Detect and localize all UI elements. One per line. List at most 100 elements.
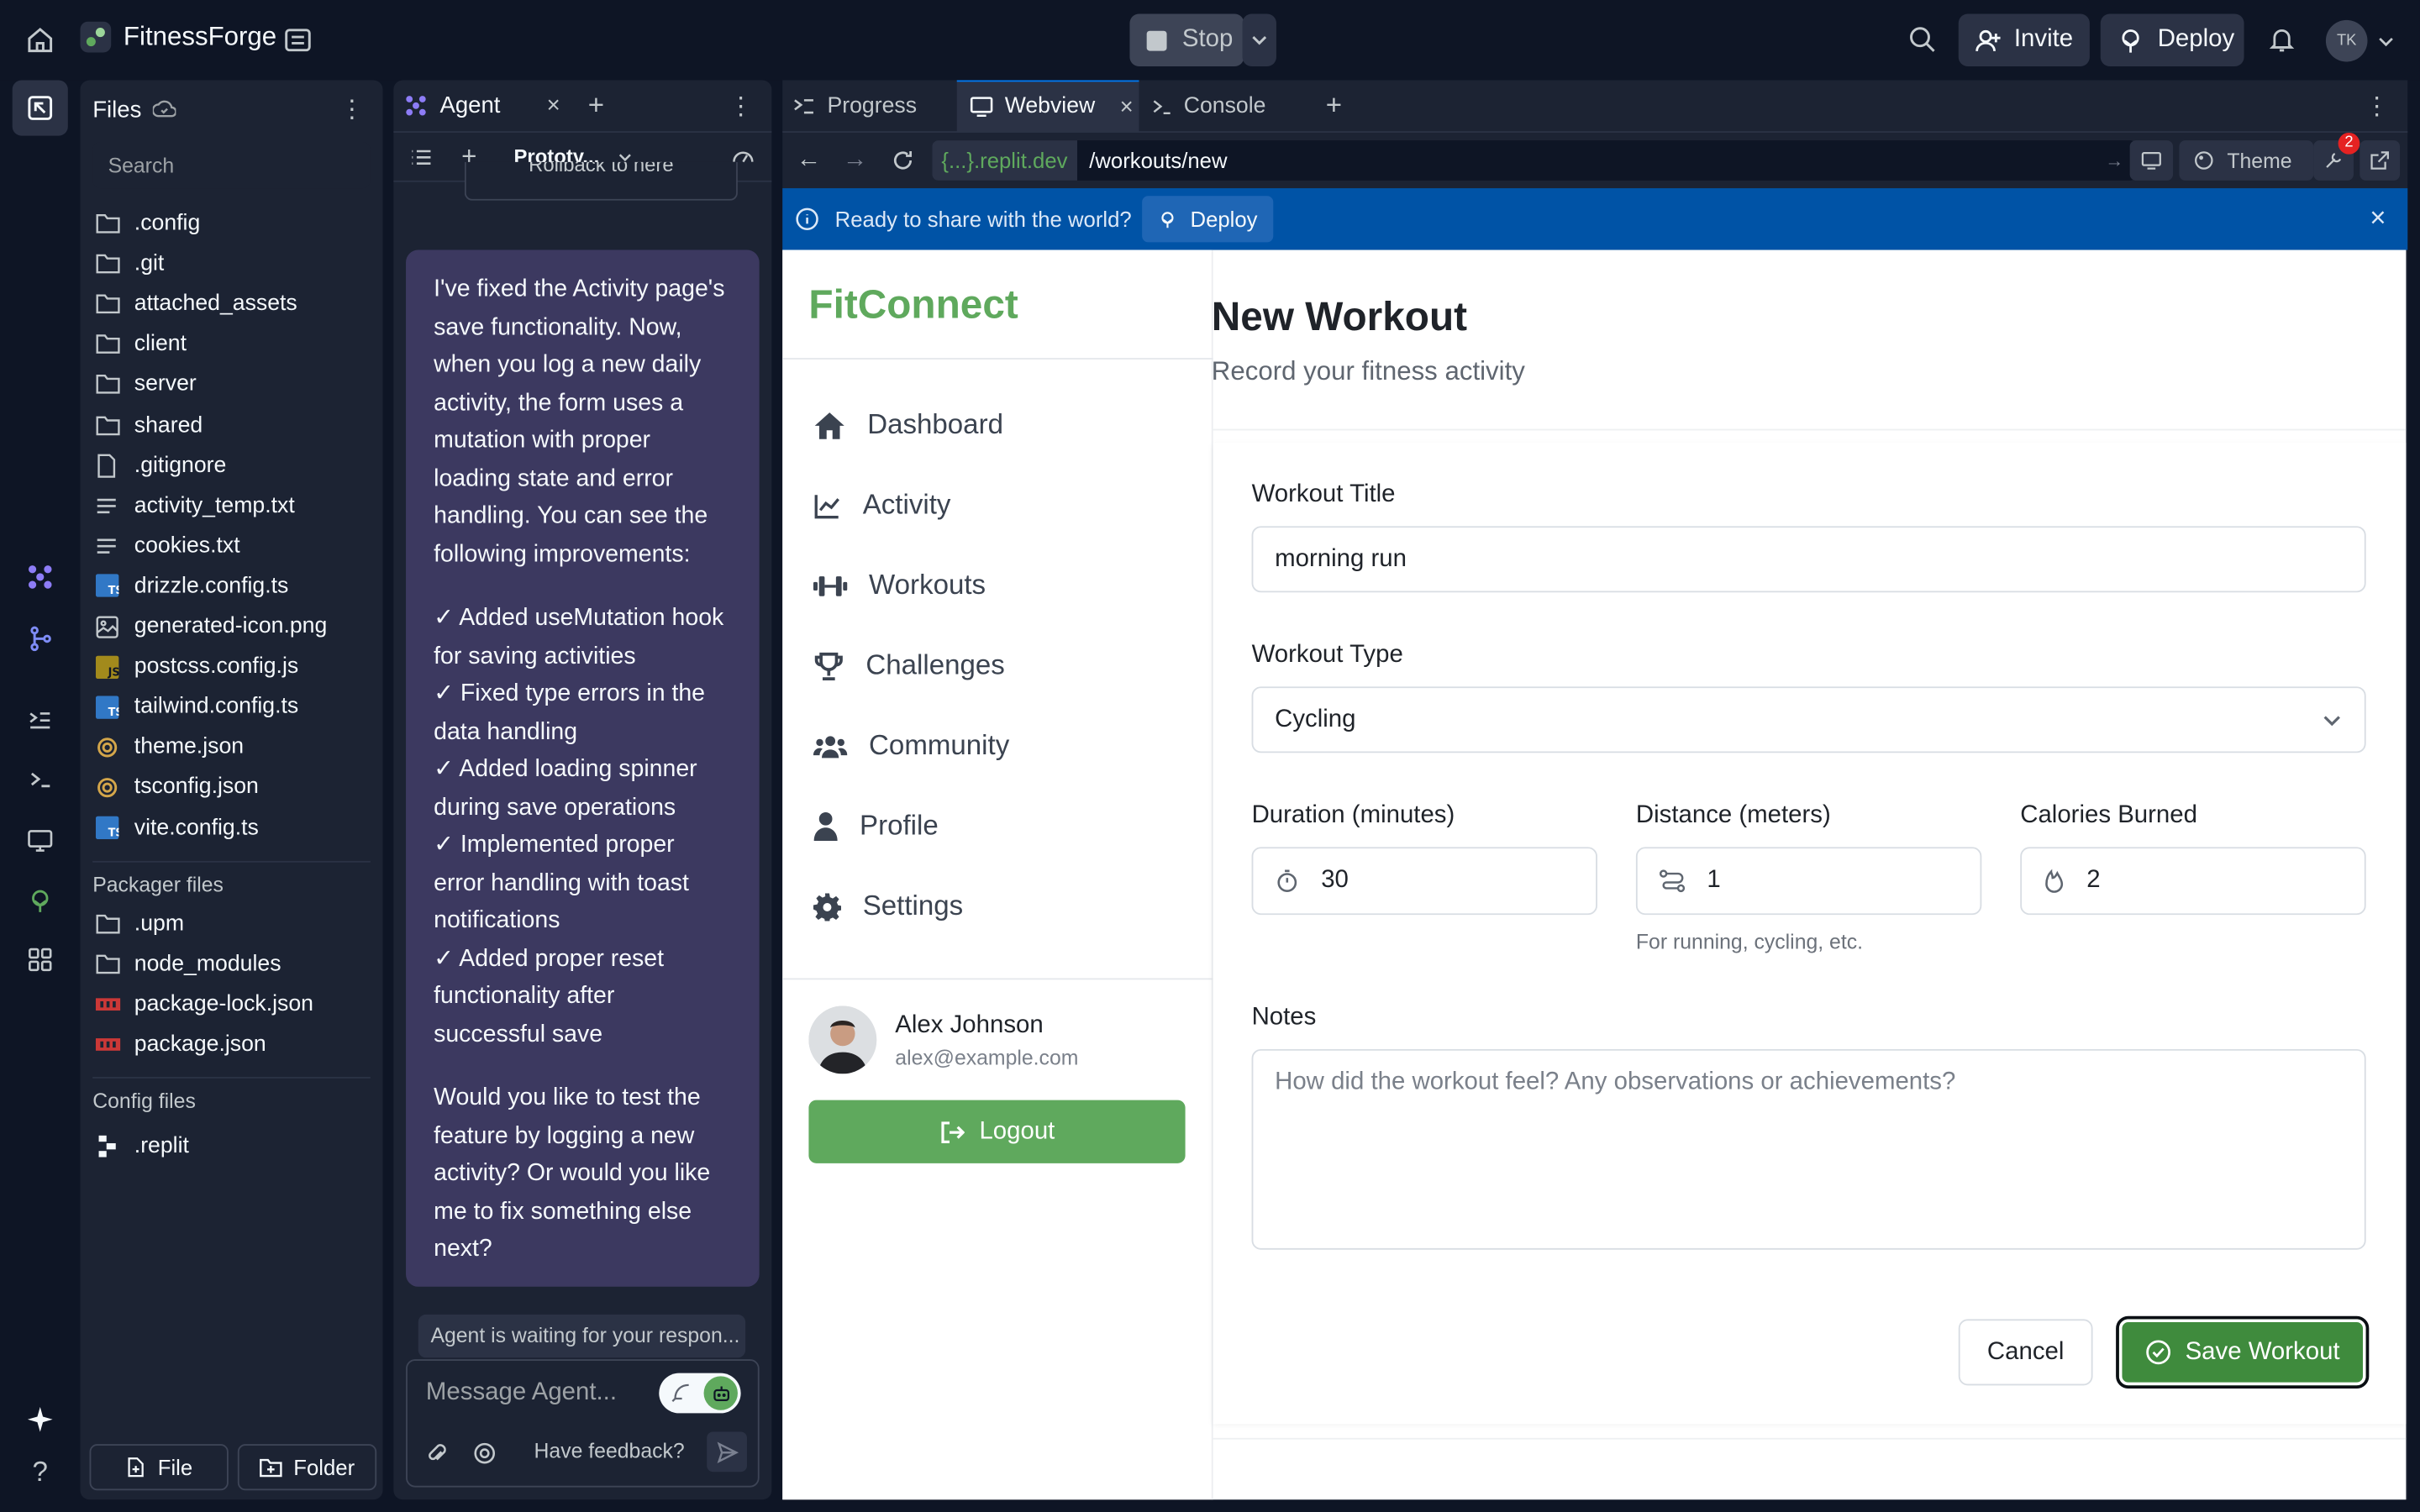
help-icon[interactable]: ?: [22, 1453, 59, 1490]
sparkle-icon[interactable]: [22, 1401, 59, 1438]
file-item-shared-folder[interactable]: shared: [81, 405, 374, 445]
nav-activity[interactable]: Activity: [813, 489, 950, 522]
monitor-icon: [970, 97, 993, 118]
new-file-button[interactable]: File: [89, 1444, 229, 1491]
search-icon[interactable]: [1907, 24, 1937, 54]
file-item-tailwind-config-file[interactable]: TS tailwind.config.ts: [81, 687, 374, 727]
file-search-input[interactable]: Search: [92, 141, 371, 189]
open-external-button[interactable]: [2360, 140, 2401, 181]
duration-input[interactable]: 30: [1251, 847, 1597, 916]
file-item-git-folder[interactable]: .git: [81, 244, 374, 284]
preview-menu-icon[interactable]: ⋮: [2365, 91, 2389, 122]
users-icon: [813, 735, 848, 758]
close-icon[interactable]: ×: [547, 92, 560, 118]
file-name: tailwind.config.ts: [134, 694, 299, 720]
go-icon[interactable]: →: [2105, 150, 2123, 171]
account-menu[interactable]: TK: [2325, 19, 2396, 62]
back-icon[interactable]: ←: [797, 146, 821, 174]
cancel-button[interactable]: Cancel: [1958, 1319, 2093, 1386]
logout-button[interactable]: Logout: [808, 1100, 1186, 1163]
feedback-link[interactable]: Have feedback?: [534, 1440, 684, 1463]
file-item-replit-config-file[interactable]: .replit: [81, 1126, 374, 1167]
file-item-postcss-config-file[interactable]: JS postcss.config.js: [81, 647, 374, 687]
settings-icon[interactable]: [472, 1441, 497, 1465]
invite-button[interactable]: Invite: [1958, 13, 2090, 66]
deployments-icon[interactable]: [22, 883, 59, 920]
file-item-package-lock-file[interactable]: package-lock.json: [81, 984, 374, 1024]
nav-community[interactable]: Community: [813, 730, 1009, 763]
git-icon[interactable]: [22, 620, 59, 657]
calories-input[interactable]: 2: [2020, 847, 2366, 916]
files-menu-icon[interactable]: ⋮: [339, 94, 364, 125]
agent-icon[interactable]: [22, 559, 59, 596]
add-tab-icon[interactable]: +: [1326, 90, 1342, 123]
home-icon: [814, 412, 844, 438]
deploy-button[interactable]: Deploy: [2100, 13, 2244, 66]
tab-console[interactable]: Console: [1151, 80, 1265, 132]
history-list-icon[interactable]: [409, 144, 434, 169]
progress-icon: [794, 98, 813, 113]
layout-icon[interactable]: [282, 24, 313, 55]
tab-progress[interactable]: Progress: [792, 80, 917, 132]
agent-menu-icon[interactable]: ⋮: [729, 90, 753, 121]
shell-list-icon[interactable]: [22, 702, 59, 739]
add-user-icon: [1975, 29, 2001, 51]
nav-settings[interactable]: Settings: [813, 890, 963, 923]
chart-line-icon: [814, 494, 839, 518]
nav-profile[interactable]: Profile: [813, 810, 939, 843]
webview-icon[interactable]: [22, 822, 59, 859]
agent-mode-toggle[interactable]: [659, 1373, 741, 1414]
devtools-button[interactable]: 2: [2313, 132, 2360, 181]
bell-icon[interactable]: [2267, 24, 2296, 54]
workout-title-input[interactable]: morning run: [1251, 526, 2366, 593]
distance-input[interactable]: 1: [1635, 847, 1982, 916]
brand-logo[interactable]: FitConnect: [808, 281, 1018, 328]
file-item-drizzle-config-file[interactable]: TS drizzle.config.ts: [81, 566, 374, 606]
file-item-upm-folder[interactable]: .upm: [81, 904, 374, 944]
refresh-icon[interactable]: [891, 148, 915, 172]
banner-deploy-button[interactable]: Deploy: [1142, 196, 1273, 243]
add-tab-icon[interactable]: +: [588, 90, 604, 123]
message-input[interactable]: Message Agent...: [426, 1379, 617, 1407]
rollback-button[interactable]: Rollback to here: [464, 161, 738, 201]
forward-icon[interactable]: →: [843, 146, 867, 174]
close-icon[interactable]: ×: [1120, 93, 1134, 119]
notes-textarea[interactable]: How did the workout feel? Any observatio…: [1251, 1048, 2366, 1250]
attach-icon[interactable]: [426, 1441, 448, 1465]
new-folder-button[interactable]: Folder: [237, 1444, 377, 1491]
stop-button[interactable]: Stop: [1129, 13, 1244, 66]
file-item-server-folder[interactable]: server: [81, 365, 374, 405]
home-icon[interactable]: [24, 24, 55, 55]
save-workout-button[interactable]: Save Workout: [2116, 1315, 2370, 1389]
file-item-config-folder[interactable]: .config: [81, 203, 374, 244]
console-icon[interactable]: [22, 760, 59, 797]
app-title[interactable]: FitnessForge: [80, 21, 277, 53]
file-item-vite-config-file[interactable]: TS vite.config.ts: [81, 808, 374, 848]
run-options-button[interactable]: [1242, 13, 1276, 66]
file-tree-toggle[interactable]: [12, 80, 68, 136]
file-item-assets-folder[interactable]: attached_assets: [81, 284, 374, 324]
device-button[interactable]: [2129, 140, 2174, 181]
file-item-gitignore-file[interactable]: .gitignore: [81, 445, 374, 486]
tab-webview[interactable]: Webview ×: [956, 79, 1139, 133]
workout-type-select[interactable]: Cycling: [1251, 686, 2366, 753]
file-item-client-folder[interactable]: client: [81, 324, 374, 365]
close-icon[interactable]: ×: [2370, 202, 2386, 235]
send-button[interactable]: [707, 1431, 747, 1473]
apps-grid-icon[interactable]: [22, 941, 59, 978]
avatar[interactable]: [808, 1005, 877, 1074]
url-bar[interactable]: {...}.replit.dev /workouts/new →: [932, 140, 2136, 181]
file-item-tsconfig-file[interactable]: tsconfig.json: [81, 768, 374, 808]
file-item-activity-temp-file[interactable]: activity_temp.txt: [81, 486, 374, 526]
tab-agent[interactable]: Agent: [439, 92, 500, 118]
file-item-cookies-file[interactable]: cookies.txt: [81, 526, 374, 566]
nav-workouts[interactable]: Workouts: [813, 570, 986, 602]
file-item-icon-image-file[interactable]: generated-icon.png: [81, 606, 374, 647]
file-item-package-json-file[interactable]: package.json: [81, 1024, 374, 1064]
file-name: .gitignore: [134, 453, 227, 478]
file-item-node-modules-folder[interactable]: node_modules: [81, 943, 374, 984]
theme-button[interactable]: Theme: [2179, 140, 2314, 181]
nav-dashboard[interactable]: Dashboard: [813, 409, 1003, 442]
file-item-theme-file[interactable]: theme.json: [81, 727, 374, 768]
nav-challenges[interactable]: Challenges: [813, 649, 1005, 682]
